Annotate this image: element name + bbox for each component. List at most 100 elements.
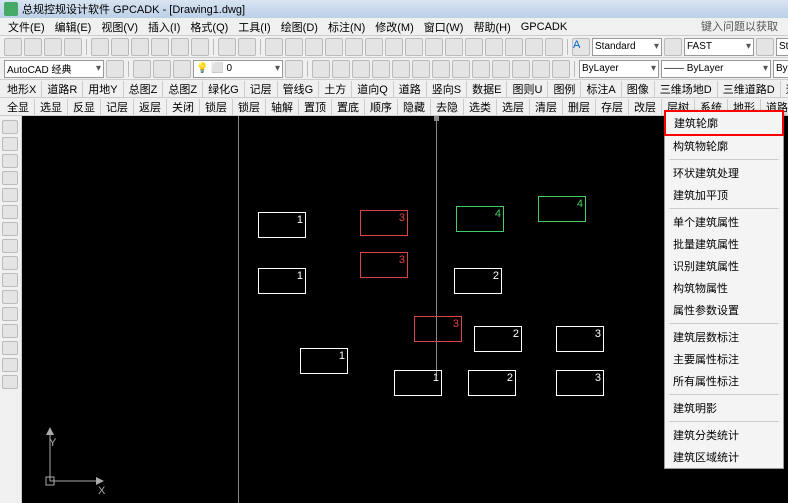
module-tab[interactable]: 图像 <box>622 81 655 97</box>
layer-cmd-tab[interactable]: 轴解 <box>266 99 299 115</box>
layer-cmd-tab[interactable]: 改层 <box>629 99 662 115</box>
module-tab[interactable]: 竖向S <box>427 81 467 97</box>
module-tab[interactable]: 三维道路D <box>718 81 781 97</box>
menu-gpcadk[interactable]: GPCADK <box>517 21 571 33</box>
layer-cmd-tab[interactable]: 返层 <box>134 99 167 115</box>
tool-btn[interactable] <box>756 38 774 56</box>
module-tab[interactable]: 三维场地D <box>655 81 718 97</box>
tool-btn[interactable] <box>305 38 323 56</box>
workspace-combo[interactable]: AutoCAD 经典 <box>4 60 104 78</box>
tool-btn[interactable] <box>485 38 503 56</box>
layer-cmd-tab[interactable]: 选层 <box>497 99 530 115</box>
layer-cmd-tab[interactable]: 去隐 <box>431 99 464 115</box>
menu-item[interactable]: 建筑轮廓 <box>664 110 784 136</box>
menu-item[interactable]: 构筑物属性 <box>665 277 783 299</box>
building-rect[interactable]: 3 <box>414 316 462 342</box>
tool-btn[interactable] <box>218 38 236 56</box>
draw-tool-btn[interactable] <box>2 358 18 372</box>
menu-item[interactable]: 所有属性标注 <box>665 370 783 392</box>
tool-btn[interactable] <box>345 38 363 56</box>
layer-cmd-tab[interactable]: 记层 <box>101 99 134 115</box>
tool-btn[interactable] <box>64 38 82 56</box>
menu-tools[interactable]: 工具(I) <box>234 19 274 35</box>
tool-btn[interactable] <box>525 38 543 56</box>
menu-item[interactable]: 批量建筑属性 <box>665 233 783 255</box>
tool-btn[interactable] <box>512 60 530 78</box>
draw-tool-btn[interactable] <box>2 222 18 236</box>
module-tab[interactable]: 土方 <box>319 81 352 97</box>
building-rect[interactable]: 2 <box>454 268 502 294</box>
tool-btn[interactable] <box>505 38 523 56</box>
menu-draw[interactable]: 绘图(D) <box>277 19 322 35</box>
tool-btn[interactable] <box>325 38 343 56</box>
building-rect[interactable]: 2 <box>474 326 522 352</box>
draw-tool-btn[interactable] <box>2 290 18 304</box>
layer-cmd-tab[interactable]: 锁层 <box>233 99 266 115</box>
building-rect[interactable]: 3 <box>556 370 604 396</box>
module-tab[interactable]: 道路 <box>394 81 427 97</box>
tool-btn[interactable] <box>24 38 42 56</box>
tool-btn[interactable] <box>265 38 283 56</box>
layer-cmd-tab[interactable]: 锁层 <box>200 99 233 115</box>
tool-btn[interactable] <box>385 38 403 56</box>
layer-cmd-tab[interactable]: 隐藏 <box>398 99 431 115</box>
draw-tool-btn[interactable] <box>2 137 18 151</box>
tool-btn[interactable] <box>425 38 443 56</box>
layer-combo[interactable]: 💡 ⬜ 0 <box>193 60 283 78</box>
tool-btn[interactable] <box>173 60 191 78</box>
tool-btn[interactable] <box>552 60 570 78</box>
draw-tool-btn[interactable] <box>2 375 18 389</box>
module-tab[interactable]: 用地Y <box>83 81 123 97</box>
dim-style-combo[interactable]: FAST <box>684 38 754 56</box>
menu-item[interactable]: 环状建筑处理 <box>665 162 783 184</box>
text-style-combo[interactable]: Standard <box>592 38 662 56</box>
module-tab[interactable]: 图则U <box>507 81 548 97</box>
layer-cmd-tab[interactable]: 关闭 <box>167 99 200 115</box>
menu-file[interactable]: 文件(E) <box>4 19 49 35</box>
tool-btn[interactable] <box>392 60 410 78</box>
menu-format[interactable]: 格式(Q) <box>186 19 232 35</box>
draw-tool-btn[interactable] <box>2 273 18 287</box>
tool-btn[interactable] <box>285 60 303 78</box>
layer-cmd-tab[interactable]: 选类 <box>464 99 497 115</box>
module-tab[interactable]: 数据E <box>467 81 507 97</box>
building-rect[interactable]: 1 <box>258 212 306 238</box>
lineweight-combo[interactable]: ByLayer <box>773 60 788 78</box>
tool-btn[interactable] <box>44 38 62 56</box>
building-rect[interactable]: 4 <box>456 206 504 232</box>
module-tab[interactable]: 地形X <box>2 81 42 97</box>
tool-btn[interactable] <box>412 60 430 78</box>
tool-btn[interactable] <box>532 60 550 78</box>
draw-tool-btn[interactable] <box>2 307 18 321</box>
module-tab[interactable]: 图例 <box>548 81 581 97</box>
building-rect[interactable]: 3 <box>360 252 408 278</box>
menu-item[interactable]: 建筑区域统计 <box>665 446 783 468</box>
tool-btn[interactable] <box>191 38 209 56</box>
tool-btn[interactable] <box>111 38 129 56</box>
tool-btn[interactable] <box>372 60 390 78</box>
module-tab[interactable]: 道路R <box>42 81 83 97</box>
layer-cmd-tab[interactable]: 反显 <box>68 99 101 115</box>
draw-tool-btn[interactable] <box>2 154 18 168</box>
tool-btn[interactable] <box>492 60 510 78</box>
module-tab[interactable]: 绿化G <box>203 81 245 97</box>
tool-btn[interactable] <box>365 38 383 56</box>
menu-dim[interactable]: 标注(N) <box>324 19 369 35</box>
draw-tool-btn[interactable] <box>2 171 18 185</box>
building-rect[interactable]: 1 <box>258 268 306 294</box>
layer-cmd-tab[interactable]: 清层 <box>530 99 563 115</box>
layer-cmd-tab[interactable]: 选显 <box>35 99 68 115</box>
tool-btn[interactable] <box>171 38 189 56</box>
tool-btn[interactable] <box>352 60 370 78</box>
menu-item[interactable]: 单个建筑属性 <box>665 211 783 233</box>
draw-tool-btn[interactable] <box>2 341 18 355</box>
module-tab[interactable]: 总图Z <box>163 81 203 97</box>
module-tab[interactable]: 标注A <box>581 81 621 97</box>
draw-tool-btn[interactable] <box>2 324 18 338</box>
draw-tool-btn[interactable] <box>2 205 18 219</box>
layer-cmd-tab[interactable]: 置顶 <box>299 99 332 115</box>
building-rect[interactable]: 2 <box>468 370 516 396</box>
tool-btn[interactable] <box>405 38 423 56</box>
tool-btn[interactable]: A <box>572 38 590 56</box>
tool-btn[interactable] <box>131 38 149 56</box>
